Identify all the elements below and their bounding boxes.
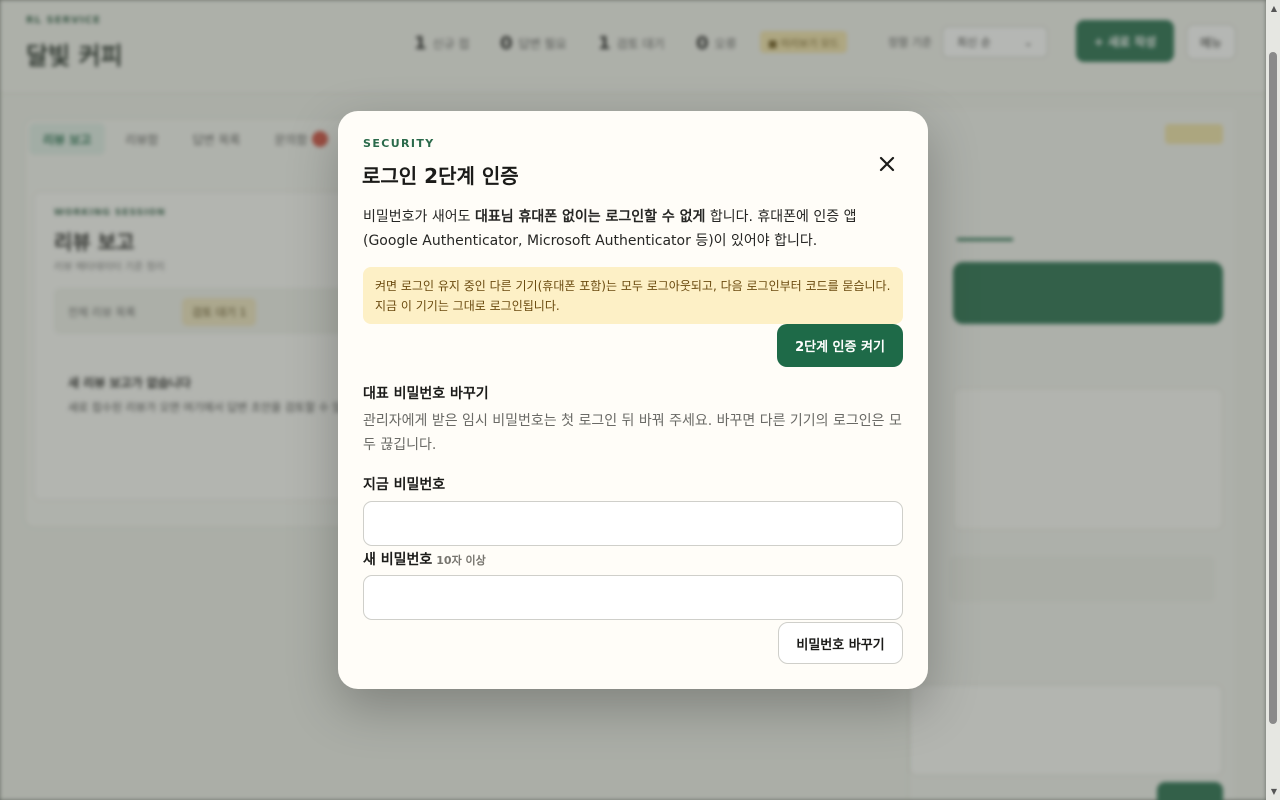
enable-two-factor-button[interactable]: 2단계 인증 켜기 xyxy=(777,324,903,367)
modal-title: 로그인 2단계 인증 xyxy=(362,164,519,188)
current-password-label: 지금 비밀번호 xyxy=(363,477,446,493)
scroll-up-icon[interactable]: ▲ xyxy=(1271,4,1277,13)
scroll-down-icon[interactable]: ▼ xyxy=(1271,787,1277,796)
password-section-title: 대표 비밀번호 바꾸기 xyxy=(363,386,489,402)
security-modal: SECURITY 로그인 2단계 인증 비밀번호가 새어도 대표님 휴대폰 없이… xyxy=(338,111,928,689)
modal-kicker: SECURITY xyxy=(363,137,435,150)
new-password-hint: 10자 이상 xyxy=(436,554,486,567)
current-password-input[interactable] xyxy=(363,501,903,546)
close-button[interactable] xyxy=(874,151,900,177)
change-password-button[interactable]: 비밀번호 바꾸기 xyxy=(778,622,903,664)
password-section-description: 관리자에게 받은 임시 비밀번호는 첫 로그인 뒤 바꿔 주세요. 바꾸면 다른… xyxy=(363,413,902,453)
page-scrollbar[interactable]: ▲ ▼ xyxy=(1266,0,1280,800)
scrollbar-thumb[interactable] xyxy=(1269,52,1277,724)
two-factor-description: 비밀번호가 새어도 대표님 휴대폰 없이는 로그인할 수 없게 합니다. 휴대폰… xyxy=(363,209,857,249)
two-factor-warning: 켜면 로그인 유지 중인 다른 기기(휴대폰 포함)는 모두 로그아웃되고, 다… xyxy=(363,267,903,324)
new-password-label: 새 비밀번호 10자 이상 xyxy=(363,552,486,568)
new-password-input[interactable] xyxy=(363,575,903,620)
close-icon xyxy=(879,156,895,172)
